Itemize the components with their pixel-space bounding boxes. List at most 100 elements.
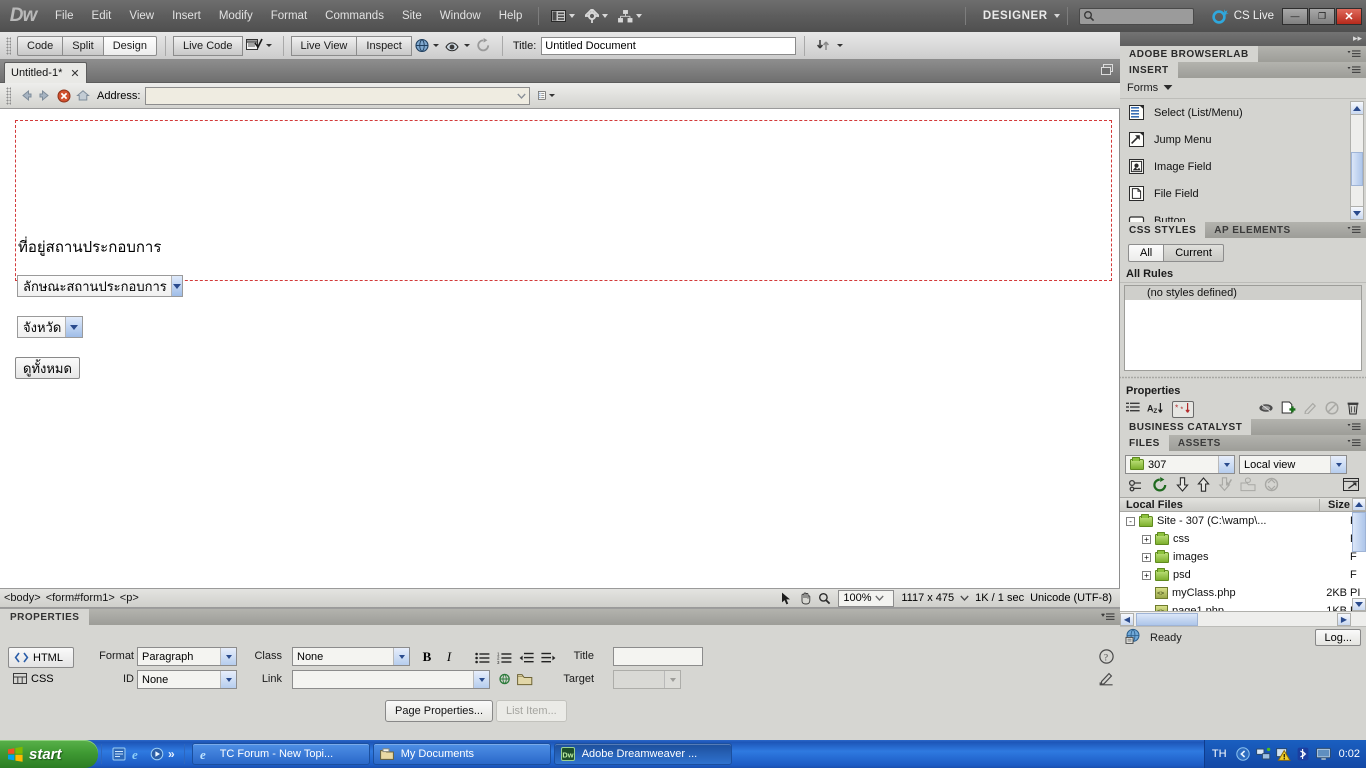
files-scroll-up-button[interactable] [1352, 498, 1366, 511]
split-view-button[interactable]: Split [62, 35, 104, 56]
help-icon[interactable]: ? [1097, 647, 1115, 665]
files-scrollbar-thumb[interactable] [1352, 512, 1366, 552]
set-properties-icon[interactable]: * * [1172, 400, 1194, 418]
menu-site[interactable]: Site [393, 4, 431, 28]
window-size-value[interactable]: 1117 x 475 [898, 592, 957, 604]
table-row[interactable]: + css F [1120, 530, 1366, 548]
menu-format[interactable]: Format [262, 4, 316, 28]
site-select[interactable]: 307 [1125, 455, 1235, 474]
css-properties-button[interactable]: CSS [8, 668, 74, 689]
layout-switcher-button[interactable] [546, 8, 580, 24]
show-desktop-icon[interactable] [111, 747, 126, 762]
page-properties-button[interactable]: Page Properties... [385, 700, 494, 722]
indent-icon[interactable] [539, 649, 557, 667]
id-select[interactable]: None [137, 670, 237, 689]
media-player-icon[interactable] [149, 747, 164, 762]
document-tab-untitled-1[interactable]: Untitled-1* ✕ [4, 62, 87, 83]
refresh-icon[interactable] [1152, 477, 1168, 495]
address-input[interactable] [146, 87, 515, 104]
more-chevron-icon[interactable]: » [168, 747, 175, 761]
taskbar-item-tc-forum[interactable]: e TC Forum - New Topi... [191, 743, 370, 765]
tab-css-styles[interactable]: CSS STYLES [1120, 222, 1206, 238]
scroll-up-button[interactable] [1351, 102, 1363, 115]
target-select[interactable] [613, 670, 681, 689]
live-code-button[interactable]: Live Code [172, 35, 243, 56]
tag-selector-form[interactable]: <form#form1> [46, 592, 115, 604]
category-view-icon[interactable] [1126, 402, 1140, 416]
chevron-down-icon[interactable] [1163, 82, 1173, 94]
chevron-down-icon[interactable] [1218, 456, 1234, 473]
menu-edit[interactable]: Edit [83, 4, 121, 28]
display-icon[interactable] [1315, 747, 1331, 762]
table-row[interactable]: - Site - 307 (C:\wamp\... F [1120, 512, 1366, 530]
panel-menu-icon[interactable] [1347, 65, 1361, 78]
new-rule-icon[interactable] [1281, 401, 1296, 417]
chevron-down-icon[interactable] [220, 671, 236, 688]
insert-item-select-list-menu[interactable]: Select (List/Menu) [1120, 99, 1366, 126]
close-icon[interactable]: ✕ [70, 67, 79, 80]
insert-panel-header[interactable]: INSERT [1120, 62, 1366, 78]
table-row[interactable]: + images F [1120, 548, 1366, 566]
business-catalyst-tab[interactable]: BUSINESS CATALYST [1120, 419, 1252, 435]
internet-explorer-icon[interactable]: e [130, 747, 145, 762]
search-input[interactable] [1078, 7, 1194, 25]
scrollbar-thumb[interactable] [1351, 152, 1363, 186]
browserlab-panel-header[interactable]: ADOBE BROWSERLAB [1120, 46, 1366, 62]
files-horizontal-scrollbar[interactable]: ◀ ▶ [1120, 611, 1366, 626]
title-attr-input[interactable] [613, 647, 703, 666]
taskbar-clock[interactable]: 0:02 [1336, 748, 1360, 760]
menu-file[interactable]: File [46, 4, 83, 28]
window-size-chevron-down-icon[interactable] [957, 590, 972, 606]
insert-category-row[interactable]: Forms [1120, 78, 1366, 98]
menu-modify[interactable]: Modify [210, 4, 262, 28]
view-select[interactable]: Local view [1239, 455, 1347, 474]
html-properties-button[interactable]: HTML [8, 647, 74, 668]
forward-icon[interactable] [36, 87, 53, 104]
warning-icon[interactable] [1275, 747, 1291, 762]
panel-menu-icon[interactable] [1347, 225, 1361, 238]
point-to-file-icon[interactable] [496, 670, 514, 688]
chevron-down-icon[interactable] [220, 648, 236, 665]
extend-dreamweaver-button[interactable] [580, 7, 613, 25]
menu-help[interactable]: Help [490, 4, 532, 28]
bluetooth-icon[interactable] [1296, 747, 1311, 762]
css-filter-current[interactable]: Current [1163, 244, 1224, 262]
back-icon[interactable] [17, 87, 34, 104]
visual-aids-button[interactable] [442, 36, 473, 56]
workspace-switcher-label[interactable]: DESIGNER [973, 10, 1054, 22]
tree-expander[interactable]: + [1142, 570, 1151, 580]
tree-expander[interactable]: + [1142, 534, 1151, 544]
outdent-icon[interactable] [517, 649, 535, 667]
network-icon[interactable] [1255, 747, 1271, 762]
panel-menu-icon[interactable] [1347, 422, 1361, 435]
site-management-button[interactable] [613, 8, 647, 25]
file-management-button[interactable] [813, 36, 846, 56]
restore-document-window-button[interactable] [1101, 64, 1114, 78]
refresh-button[interactable] [473, 36, 494, 56]
menu-insert[interactable]: Insert [163, 4, 210, 28]
insert-tab[interactable]: INSERT [1120, 62, 1178, 78]
class-select[interactable]: None [292, 647, 410, 666]
scroll-left-button[interactable]: ◀ [1120, 612, 1134, 626]
connect-icon[interactable] [1128, 478, 1144, 495]
document-title-input[interactable] [541, 36, 797, 55]
address-input-wrap[interactable] [145, 86, 531, 105]
css-rules-list[interactable]: (no styles defined) [1124, 285, 1362, 371]
chevron-down-icon[interactable] [872, 590, 887, 606]
tag-selector-body[interactable]: <body> [4, 592, 41, 604]
toolbar-grip[interactable] [6, 36, 11, 55]
css-rule-row[interactable]: (no styles defined) [1125, 286, 1361, 300]
panel-menu-icon[interactable] [1101, 612, 1115, 625]
chevron-down-icon[interactable] [664, 671, 680, 688]
taskbar-item-my-documents[interactable]: My Documents [372, 743, 551, 765]
preview-in-browser-button[interactable] [412, 36, 442, 56]
select-province[interactable]: จังหวัด [17, 316, 83, 338]
chevron-down-icon[interactable] [393, 648, 409, 665]
tab-ap-elements[interactable]: AP ELEMENTS [1205, 222, 1299, 238]
panel-splitter[interactable] [1120, 373, 1366, 381]
insert-list-scrollbar[interactable] [1350, 101, 1364, 220]
design-view-button[interactable]: Design [102, 35, 157, 56]
browserlab-tab[interactable]: ADOBE BROWSERLAB [1120, 46, 1258, 62]
cs-live-button[interactable]: CS Live [1212, 8, 1274, 24]
language-indicator[interactable]: TH [1208, 748, 1231, 760]
